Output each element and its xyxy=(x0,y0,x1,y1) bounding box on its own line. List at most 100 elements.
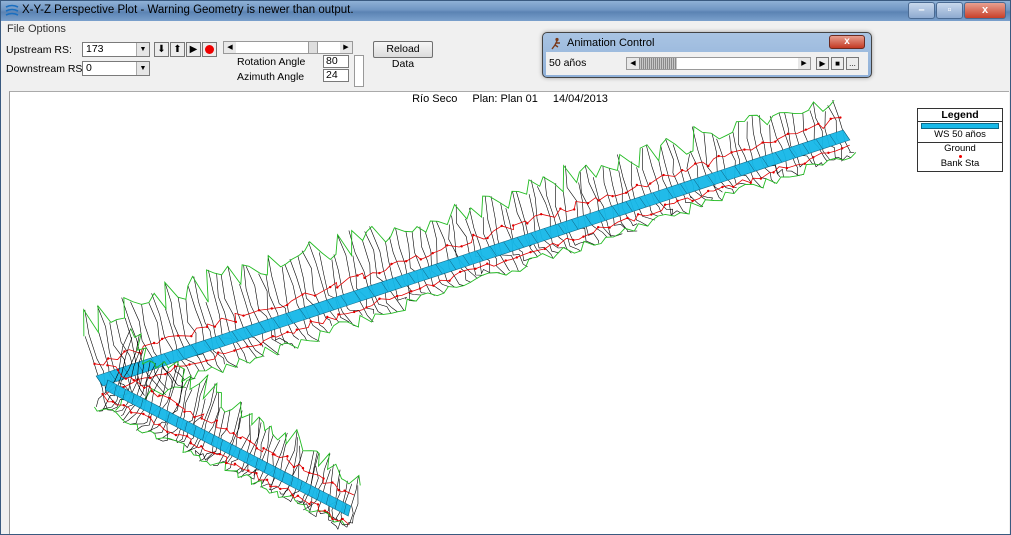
bank-station-marker xyxy=(543,247,547,251)
bank-station-marker xyxy=(636,213,640,216)
bank-station-marker xyxy=(139,352,142,355)
animation-close-button[interactable]: x xyxy=(829,35,865,49)
bank-station-marker xyxy=(486,262,489,265)
bank-station-marker xyxy=(232,431,235,435)
bank-station-marker xyxy=(676,199,679,203)
bank-station-marker xyxy=(759,177,763,180)
bank-station-marker xyxy=(286,330,289,334)
bank-station-marker xyxy=(247,469,250,472)
bank-station-marker xyxy=(404,260,408,263)
azimuth-angle-input[interactable]: 24 xyxy=(323,69,349,82)
chevron-down-icon[interactable]: ▼ xyxy=(136,43,149,56)
animation-control-title: Animation Control xyxy=(567,37,655,49)
bank-station-marker xyxy=(124,377,128,380)
perspective-plot-area[interactable]: Río Seco Plan: Plan 01 14/04/2013 Legend… xyxy=(9,91,1009,534)
bank-station-marker xyxy=(817,122,820,125)
legend-bank-label: Bank Sta xyxy=(940,158,980,169)
move-down-button[interactable]: ⬇ xyxy=(154,42,169,57)
bank-station-marker xyxy=(326,315,329,319)
bank-station-marker xyxy=(582,235,585,238)
bank-station-marker xyxy=(596,225,600,229)
bank-station-marker xyxy=(259,343,262,346)
animation-slider-thumb[interactable] xyxy=(639,58,677,69)
stop-button[interactable]: ■ xyxy=(831,57,844,70)
azimuth-slider[interactable] xyxy=(354,55,364,87)
bank-station-marker xyxy=(608,226,611,229)
bank-station-marker xyxy=(185,434,189,438)
menu-file[interactable]: File xyxy=(7,23,25,35)
animation-slider[interactable]: ◀ ▶ xyxy=(626,57,811,70)
bank-station-marker xyxy=(265,478,269,482)
bank-station-marker xyxy=(511,224,515,227)
window-title: X-Y-Z Perspective Plot - Warning Geometr… xyxy=(22,4,354,16)
move-up-button[interactable]: ⬆ xyxy=(170,42,185,57)
bank-station-marker xyxy=(446,244,449,247)
rotation-slider[interactable]: ◀ ▶ xyxy=(223,41,353,54)
bank-station-marker xyxy=(295,328,299,331)
bank-station-marker xyxy=(148,376,152,380)
cross-section-line xyxy=(369,226,405,311)
close-button[interactable]: x xyxy=(964,2,1006,19)
bank-line-left xyxy=(107,364,355,496)
maximize-button[interactable]: ▫ xyxy=(936,2,963,19)
ground-envelope-left xyxy=(83,99,835,337)
bank-station-marker xyxy=(486,236,489,240)
bank-station-marker xyxy=(106,357,110,360)
bank-station-marker xyxy=(93,362,96,366)
menu-options[interactable]: Options xyxy=(28,23,66,35)
bank-station-marker xyxy=(257,309,261,312)
minimize-button[interactable]: – xyxy=(908,2,935,19)
scroll-right-icon[interactable]: ▶ xyxy=(798,58,810,69)
cross-section-line xyxy=(352,255,375,314)
bank-station-marker xyxy=(322,477,325,480)
cross-section-line xyxy=(419,226,445,294)
bank-station-marker xyxy=(239,436,242,440)
bank-station-marker xyxy=(262,447,265,450)
rotation-slider-thumb[interactable] xyxy=(308,42,318,53)
bank-station-marker xyxy=(224,461,228,465)
scroll-left-icon[interactable]: ◀ xyxy=(224,42,236,53)
play-button[interactable]: ▶ xyxy=(186,42,201,57)
title-bar[interactable]: X-Y-Z Perspective Plot - Warning Geometr… xyxy=(1,1,1010,21)
bank-station-marker xyxy=(743,148,746,151)
bank-station-marker xyxy=(148,416,152,419)
bank-station-marker xyxy=(313,294,317,297)
bank-station-marker xyxy=(572,238,575,242)
bank-station-marker xyxy=(827,151,830,155)
rotation-angle-input[interactable]: 80 xyxy=(323,55,349,68)
bank-station-marker xyxy=(123,350,126,353)
bank-station-marker xyxy=(624,191,628,194)
bank-station-marker xyxy=(803,162,806,165)
bank-station-marker xyxy=(106,364,109,367)
upstream-rs-label: Upstream RS: xyxy=(6,44,72,56)
scroll-left-icon[interactable]: ◀ xyxy=(627,58,639,69)
animation-profile-label: 50 años xyxy=(549,57,587,69)
bank-station-marker xyxy=(691,199,694,203)
bank-station-marker xyxy=(474,267,477,271)
bank-station-marker xyxy=(213,452,216,455)
bank-station-marker xyxy=(316,503,320,506)
bank-station-marker xyxy=(269,485,272,488)
legend-title: Legend xyxy=(918,109,1002,122)
upstream-rs-select[interactable]: 173 ▼ xyxy=(82,42,150,57)
bank-station-marker xyxy=(336,286,339,289)
bank-station-marker xyxy=(432,284,435,287)
bank-station-marker xyxy=(166,430,169,434)
chevron-down-icon[interactable]: ▼ xyxy=(136,62,149,75)
bank-station-marker xyxy=(193,416,196,419)
bank-station-marker xyxy=(101,392,104,396)
record-button[interactable] xyxy=(202,42,217,57)
bank-station-marker xyxy=(356,274,359,277)
downstream-rs-select[interactable]: 0 ▼ xyxy=(82,61,150,76)
bank-station-marker xyxy=(337,488,340,492)
bank-station-marker xyxy=(663,203,667,206)
step-forward-button[interactable]: ▶ xyxy=(816,57,829,70)
bank-station-marker xyxy=(730,151,733,154)
reload-data-button[interactable]: Reload Data xyxy=(373,41,433,70)
cross-section-line xyxy=(337,234,374,323)
bank-station-marker xyxy=(205,359,208,362)
bank-station-marker xyxy=(526,222,529,225)
animation-options-button[interactable]: ... xyxy=(846,57,859,70)
scroll-right-icon[interactable]: ▶ xyxy=(340,42,352,53)
bank-station-marker xyxy=(707,164,710,168)
